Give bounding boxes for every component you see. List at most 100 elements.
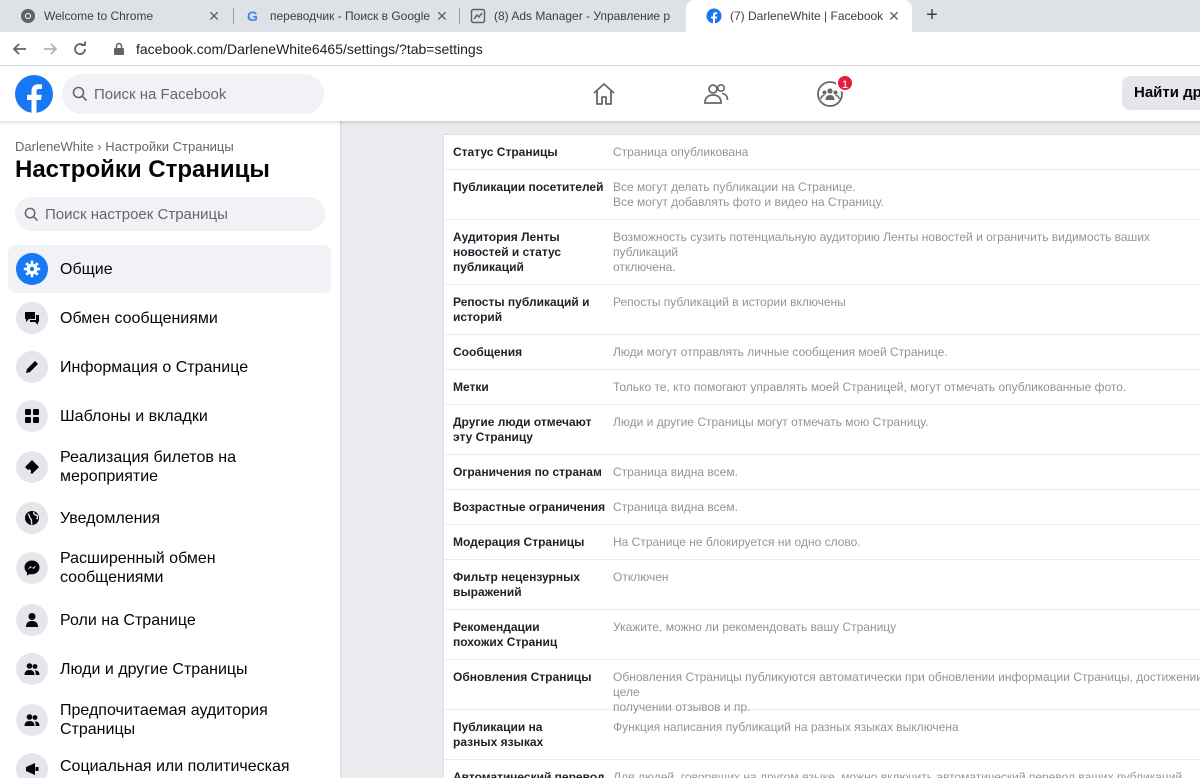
sidebar-item-general[interactable]: Общие — [8, 245, 331, 293]
close-icon[interactable]: ✕ — [206, 8, 222, 24]
setting-name: Другие люди отмечают эту Страницу — [453, 415, 592, 444]
facebook-logo-icon[interactable] — [14, 74, 54, 114]
browser-tab-ads-manager[interactable]: (8) Ads Manager - Управление р — [450, 0, 686, 32]
setting-row-tags[interactable]: Метки Только те, кто помогают управлять … — [444, 370, 1200, 405]
sidebar-item-event-tickets[interactable]: Реализация билетов на мероприятие — [8, 443, 331, 491]
setting-value: Репосты публикаций в истории включены — [613, 295, 846, 309]
sidebar-item-templates-tabs[interactable]: Шаблоны и вкладки — [8, 392, 331, 440]
back-button[interactable] — [8, 37, 32, 61]
sidebar-item-notifications[interactable]: Уведомления — [8, 494, 331, 542]
ticket-icon — [16, 451, 48, 483]
reload-icon — [74, 41, 86, 55]
page-title: Настройки Страницы — [15, 156, 270, 183]
person-icon — [16, 604, 48, 636]
url-text: facebook.com/DarleneWhite6465/settings/?… — [136, 41, 483, 57]
people-icon — [16, 653, 48, 685]
sidebar-item-page-roles[interactable]: Роли на Странице — [8, 596, 331, 644]
reload-button[interactable] — [68, 37, 92, 61]
setting-value: Страница видна всем. — [613, 500, 738, 514]
browser-tab-google[interactable]: G переводчик - Поиск в Google ✕ — [226, 0, 460, 32]
tab-title: (7) DarleneWhite | Facebook — [730, 9, 884, 23]
browser-tab-facebook[interactable]: (7) DarleneWhite | Facebook ✕ — [686, 0, 912, 32]
friends-nav-button[interactable] — [700, 78, 732, 110]
breadcrumb[interactable]: DarleneWhite › Настройки Страницы — [15, 139, 234, 154]
search-placeholder: Поиск настроек Страницы — [45, 205, 228, 223]
home-nav-button[interactable] — [588, 78, 620, 110]
setting-row-page-moderation[interactable]: Модерация Страницы На Странице не блокир… — [444, 525, 1200, 560]
setting-name: Автоматический перевод — [453, 770, 605, 778]
browser-tab-strip: Welcome to Chrome ✕ G переводчик - Поиск… — [0, 0, 1200, 32]
new-tab-button[interactable]: + — [920, 4, 944, 28]
ads-manager-icon — [470, 8, 486, 24]
messenger-icon — [16, 552, 48, 584]
setting-row-auto-translation[interactable]: Автоматический перевод Для людей, говоря… — [444, 760, 1200, 778]
sidebar-item-page-info[interactable]: Информация о Странице — [8, 343, 331, 391]
setting-value: Только те, кто помогают управлять моей С… — [613, 380, 1127, 394]
close-icon[interactable]: ✕ — [434, 8, 450, 24]
setting-name: Возрастные ограничения — [453, 500, 606, 514]
sidebar-item-people-pages[interactable]: Люди и другие Страницы — [8, 645, 331, 693]
facebook-icon — [706, 8, 722, 24]
setting-row-country-restrictions[interactable]: Ограничения по странам Страница видна вс… — [444, 455, 1200, 490]
setting-name: Рекомендации похожих Страниц — [453, 620, 558, 649]
friends-icon — [704, 84, 729, 104]
setting-name: Аудитория Ленты новостей и статус публик… — [453, 230, 562, 274]
setting-row-page-status[interactable]: Статус Страницы Страница опубликована — [444, 135, 1200, 170]
tab-title: Welcome to Chrome — [44, 9, 154, 23]
setting-row-others-tag-page[interactable]: Другие люди отмечают эту Страницу Люди и… — [444, 405, 1200, 455]
sidebar-item-advanced-messaging[interactable]: Расширенный обмен сообщениями — [8, 544, 331, 592]
find-friends-button[interactable]: Найти дру — [1122, 76, 1200, 110]
sidebar-item-label: Люди и другие Страницы — [60, 660, 248, 678]
setting-row-news-feed-audience[interactable]: Аудитория Ленты новостей и статус публик… — [444, 220, 1200, 285]
facebook-search-input[interactable]: Поиск на Facebook — [62, 74, 324, 114]
close-icon[interactable]: ✕ — [886, 8, 902, 24]
setting-value: Для людей, говорящих на другом языке, мо… — [613, 770, 1183, 778]
setting-value: Возможность сузить потенциальную аудитор… — [613, 230, 1150, 274]
setting-row-story-reposts[interactable]: Репосты публикаций и историй Репосты пуб… — [444, 285, 1200, 335]
setting-name: Статус Страницы — [453, 145, 558, 159]
facebook-header: Поиск на Facebook Найти дру — [0, 66, 1200, 121]
address-bar[interactable]: facebook.com/DarleneWhite6465/settings/?… — [104, 35, 1200, 63]
settings-search-input[interactable]: Поиск настроек Страницы — [15, 197, 325, 231]
setting-name: Сообщения — [453, 345, 523, 359]
search-icon — [24, 207, 39, 221]
tab-title: переводчик - Поиск в Google — [270, 9, 431, 23]
home-icon — [593, 83, 615, 105]
arrow-left-icon — [12, 43, 26, 55]
setting-value: Функция написания публикаций на разных я… — [613, 720, 959, 734]
setting-row-age-restrictions[interactable]: Возрастные ограничения Страница видна вс… — [444, 490, 1200, 525]
forward-button[interactable] — [38, 37, 62, 61]
setting-row-page-updates[interactable]: Обновления Страницы Обновления Страницы … — [444, 660, 1200, 714]
megaphone-icon — [16, 753, 48, 778]
sidebar-item-social-political[interactable]: Социальная или политическая — [8, 749, 331, 778]
search-placeholder: Поиск на Facebook — [94, 85, 227, 103]
setting-value: Люди и другие Страницы могут отмечать мо… — [613, 415, 929, 429]
setting-row-profanity-filter[interactable]: Фильтр нецензурных выражений Отключен — [444, 560, 1200, 610]
sidebar-item-label: Общие — [60, 260, 113, 278]
sidebar-item-label: Расширенный обмен сообщениями — [60, 550, 216, 586]
notification-badge: 1 — [836, 74, 854, 92]
sidebar-item-label: Предпочитаемая аудитория Страницы — [60, 702, 268, 738]
setting-row-similar-page-suggestions[interactable]: Рекомендации похожих Страниц Укажите, мо… — [444, 610, 1200, 660]
browser-tab-welcome[interactable]: Welcome to Chrome ✕ — [0, 0, 232, 32]
setting-value: Обновления Страницы публикуются автомати… — [613, 670, 1200, 714]
sidebar-item-label: Уведомления — [60, 509, 161, 527]
setting-name: Публикации посетителей — [453, 180, 604, 194]
chrome-icon — [20, 8, 36, 24]
sidebar-item-label: Роли на Странице — [60, 611, 196, 629]
setting-name: Ограничения по странам — [453, 465, 602, 479]
setting-value: Страница опубликована — [613, 145, 749, 159]
sidebar-item-label: Социальная или политическая — [60, 758, 290, 775]
sidebar-item-messaging[interactable]: Обмен сообщениями — [8, 294, 331, 342]
setting-value: Люди могут отправлять личные сообщения м… — [613, 345, 948, 359]
setting-name: Обновления Страницы — [453, 670, 592, 684]
settings-panel: Статус Страницы Страница опубликована Пу… — [443, 134, 1200, 778]
sidebar-item-preferred-audience[interactable]: Предпочитаемая аудитория Страницы — [8, 696, 331, 744]
setting-row-messages[interactable]: Сообщения Люди могут отправлять личные с… — [444, 335, 1200, 370]
sidebar-item-label: Обмен сообщениями — [60, 309, 218, 327]
sidebar-item-label: Шаблоны и вкладки — [60, 407, 208, 425]
setting-value: Все могут делать публикации на Странице.… — [613, 180, 884, 209]
globe-icon — [16, 502, 48, 534]
setting-row-multilingual-posts[interactable]: Публикации на разных языках Функция напи… — [444, 710, 1200, 760]
setting-row-visitor-posts[interactable]: Публикации посетителей Все могут делать … — [444, 170, 1200, 220]
